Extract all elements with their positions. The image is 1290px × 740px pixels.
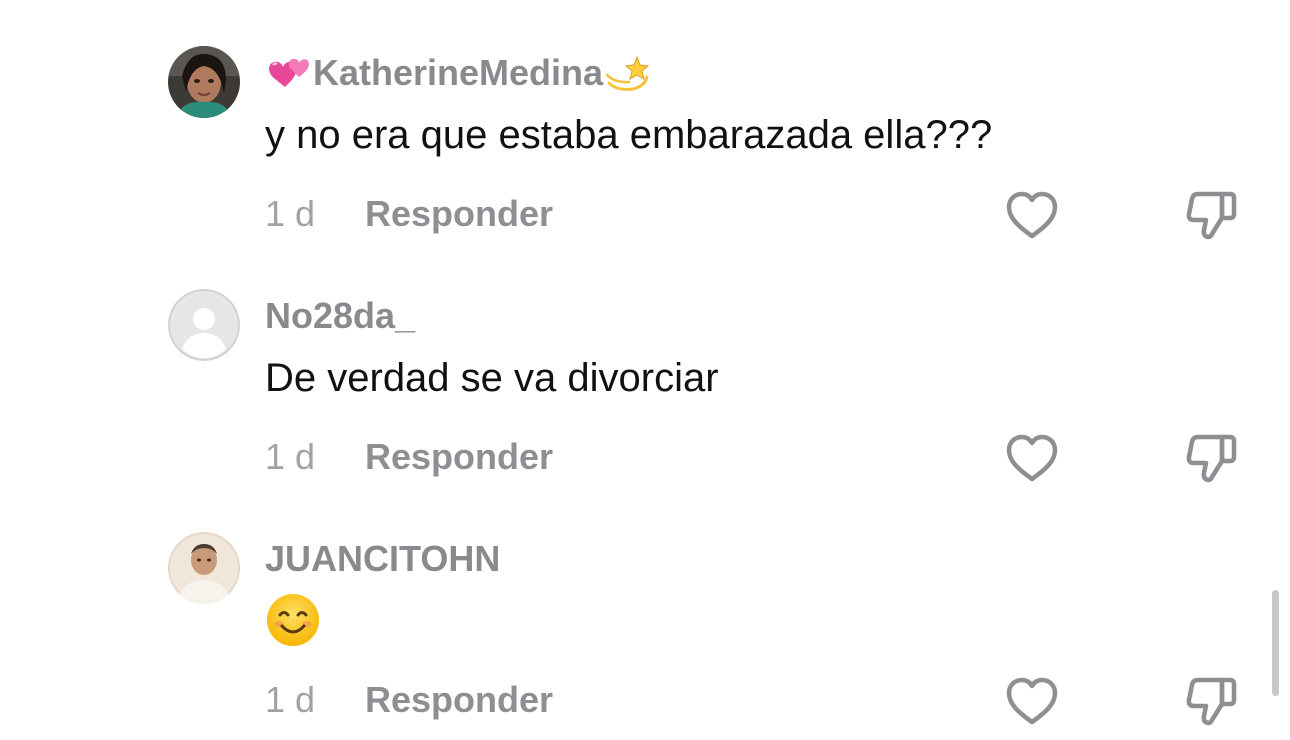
- dizzy-star-icon: [603, 49, 651, 97]
- username[interactable]: No28da_: [265, 291, 415, 341]
- scrollbar[interactable]: [1272, 590, 1279, 696]
- dislike-button[interactable]: [1184, 188, 1240, 242]
- like-button[interactable]: [1004, 676, 1060, 728]
- username[interactable]: JUANCITOHN: [265, 534, 500, 584]
- heart-icon: [1006, 677, 1058, 725]
- comment-item: No28da_ De verdad se va divorciar 1 d Re…: [168, 289, 1248, 489]
- avatar[interactable]: [168, 46, 240, 118]
- comment-text: y no era que estaba embarazada ella???: [265, 113, 993, 157]
- comment-time: 1 d: [265, 679, 316, 720]
- reply-button[interactable]: Responder: [365, 679, 553, 721]
- comment-item: KatherineMedina y no era que estaba emba…: [168, 46, 1248, 246]
- comment-meta: 1 d Responder: [265, 192, 553, 236]
- like-button[interactable]: [1004, 190, 1060, 242]
- smiling-face-emoji: [265, 592, 321, 648]
- reply-button[interactable]: Responder: [365, 436, 553, 478]
- comment-text: De verdad se va divorciar: [265, 356, 719, 400]
- like-button[interactable]: [1004, 433, 1060, 485]
- comment-meta: 1 d Responder: [265, 678, 553, 722]
- comment-text: [265, 594, 321, 648]
- avatar[interactable]: [168, 289, 240, 361]
- thumbs-down-icon: [1186, 191, 1237, 240]
- avatar[interactable]: [168, 532, 240, 604]
- username-label: KatherineMedina: [313, 52, 604, 93]
- heart-icon: [1006, 191, 1058, 239]
- two-hearts-icon: [265, 49, 313, 97]
- heart-icon: [1006, 434, 1058, 482]
- thumbs-down-icon: [1186, 677, 1237, 726]
- username[interactable]: KatherineMedina: [265, 48, 651, 98]
- comment-meta: 1 d Responder: [265, 435, 553, 479]
- thumbs-down-icon: [1186, 434, 1237, 483]
- reply-button[interactable]: Responder: [365, 193, 553, 235]
- dislike-button[interactable]: [1184, 431, 1240, 485]
- comment-time: 1 d: [265, 436, 316, 477]
- comment-item: JUANCITOHN 1 d Responder: [168, 532, 1248, 732]
- comment-time: 1 d: [265, 193, 316, 234]
- dislike-button[interactable]: [1184, 674, 1240, 728]
